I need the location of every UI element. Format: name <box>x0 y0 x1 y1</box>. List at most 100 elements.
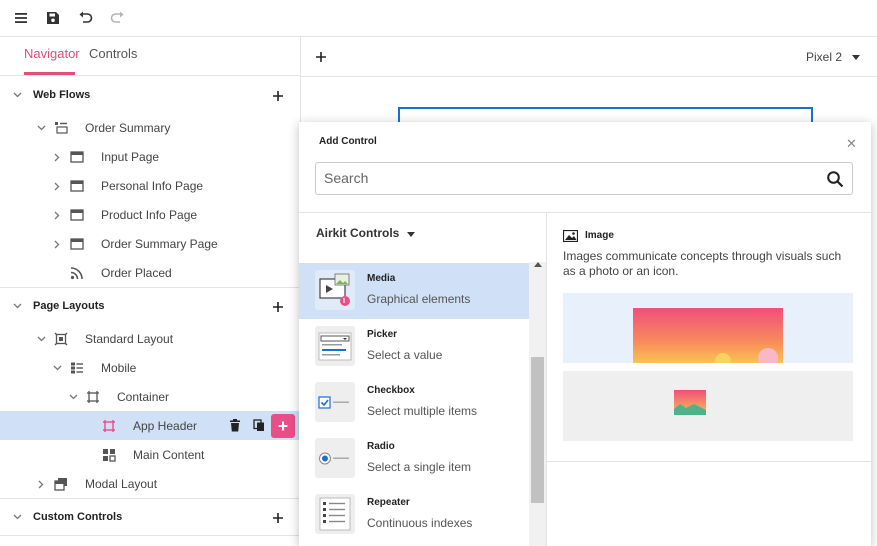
control-description: Select a value <box>367 348 443 362</box>
control-description: Select multiple items <box>367 404 478 418</box>
tree-item-app-header[interactable]: App Header <box>133 419 197 433</box>
tree-item-mobile[interactable]: Mobile <box>101 361 136 375</box>
control-item-media[interactable]: Media Graphical elements <box>299 263 529 319</box>
search-input[interactable] <box>324 170 804 186</box>
app-header-icon <box>102 419 116 433</box>
tab-navigator[interactable]: Navigator <box>24 46 80 61</box>
scrollbar-thumb[interactable] <box>531 357 544 503</box>
chevron-right-icon[interactable] <box>52 239 62 249</box>
section-divider <box>0 535 300 536</box>
control-name: Picker <box>367 329 398 340</box>
add-custom-control-icon[interactable] <box>272 512 284 524</box>
grid-layout-icon <box>70 361 84 375</box>
save-icon[interactable] <box>42 7 64 29</box>
chevron-down-icon[interactable] <box>52 363 62 373</box>
add-control-button[interactable] <box>271 414 295 438</box>
radio-icon <box>315 438 355 478</box>
section-divider <box>0 498 300 499</box>
container-icon <box>86 390 100 404</box>
rss-icon <box>70 266 84 280</box>
add-page-layout-icon[interactable] <box>272 301 284 313</box>
tree-item-page[interactable]: Personal Info Page <box>101 179 203 193</box>
add-web-flow-icon[interactable] <box>272 90 284 102</box>
flow-icon <box>54 121 68 135</box>
device-select[interactable]: Pixel 2 <box>806 50 842 64</box>
control-name: Radio <box>367 441 395 452</box>
preview-divider <box>547 461 871 462</box>
preview-title: Image <box>585 230 614 241</box>
chevron-down-icon[interactable] <box>36 123 46 133</box>
section-divider <box>0 287 300 288</box>
tree-item-order-summary[interactable]: Order Summary <box>85 121 170 135</box>
tree-item-standard-layout[interactable]: Standard Layout <box>85 332 173 346</box>
dialog-title: Add Control <box>319 136 377 147</box>
undo-icon[interactable] <box>74 7 96 29</box>
page-icon <box>70 237 84 251</box>
modal-layout-icon <box>54 477 68 491</box>
chevron-down-icon[interactable] <box>12 301 22 311</box>
chevron-down-icon[interactable] <box>36 334 46 344</box>
main-content-icon <box>102 448 116 462</box>
canvas-header <box>301 37 877 77</box>
control-description: Select a single item <box>367 460 472 474</box>
tree-item-page[interactable]: Input Page <box>101 150 159 164</box>
add-device-icon[interactable] <box>315 51 327 63</box>
control-name: Media <box>367 273 396 284</box>
top-toolbar <box>0 0 877 37</box>
control-item-picker[interactable]: Picker Select a value <box>299 319 529 375</box>
tree-item-modal-layout[interactable]: Modal Layout <box>85 477 157 491</box>
section-page-layouts[interactable]: Page Layouts <box>33 300 105 312</box>
tree-item-container[interactable]: Container <box>117 390 169 404</box>
image-icon <box>562 229 579 243</box>
chevron-down-icon[interactable] <box>12 90 22 100</box>
chevron-down-icon[interactable] <box>12 512 22 522</box>
search-icon[interactable] <box>826 170 844 188</box>
library-select[interactable]: Airkit Controls <box>316 226 399 240</box>
preview-image-small <box>563 371 853 441</box>
control-list-scrollbar[interactable] <box>529 262 546 546</box>
repeater-icon <box>315 494 355 534</box>
section-web-flows[interactable]: Web Flows <box>33 89 90 101</box>
tree-item-main-content[interactable]: Main Content <box>133 448 204 462</box>
chevron-right-icon[interactable] <box>52 181 62 191</box>
close-icon[interactable]: ✕ <box>846 136 857 152</box>
preview-description: Images communicate concepts through visu… <box>563 249 842 278</box>
tree-item-page[interactable]: Product Info Page <box>101 208 197 222</box>
copy-icon[interactable] <box>253 419 267 433</box>
tabs-divider <box>0 75 300 76</box>
page-icon <box>70 208 84 222</box>
checkbox-icon <box>315 382 355 422</box>
control-item-repeater[interactable]: Repeater Continuous indexes <box>299 487 529 543</box>
delete-icon[interactable] <box>229 419 243 433</box>
preview-image-large <box>563 293 853 363</box>
control-name: Checkbox <box>367 385 415 396</box>
add-control-dialog: Add Control ✕ Airkit Controls Media Grap… <box>299 122 871 546</box>
tree-item-page[interactable]: Order Placed <box>101 266 172 280</box>
layout-icon <box>54 332 68 346</box>
picker-icon <box>315 326 355 366</box>
library-select-caret-icon[interactable] <box>407 232 415 237</box>
control-name: Repeater <box>367 497 410 508</box>
plus-icon <box>278 421 288 431</box>
dialog-divider <box>299 212 871 213</box>
control-item-checkbox[interactable]: Checkbox Select multiple items <box>299 375 529 431</box>
page-icon <box>70 179 84 193</box>
media-icon <box>315 270 355 310</box>
dialog-column-divider <box>546 213 547 546</box>
redo-icon[interactable] <box>106 7 128 29</box>
chevron-right-icon[interactable] <box>36 479 46 489</box>
control-description: Continuous indexes <box>367 516 473 530</box>
control-description: Graphical elements <box>367 292 471 306</box>
chevron-right-icon[interactable] <box>52 152 62 162</box>
tree-item-page[interactable]: Order Summary Page <box>101 237 218 251</box>
section-custom-controls[interactable]: Custom Controls <box>33 511 122 523</box>
chevron-down-icon[interactable] <box>68 392 78 402</box>
scroll-up-arrow-icon[interactable] <box>534 262 542 267</box>
page-icon <box>70 150 84 164</box>
search-box <box>315 162 853 195</box>
menu-icon[interactable] <box>10 7 32 29</box>
device-select-caret-icon[interactable] <box>852 55 860 60</box>
control-item-radio[interactable]: Radio Select a single item <box>299 431 529 487</box>
chevron-right-icon[interactable] <box>52 210 62 220</box>
tab-controls[interactable]: Controls <box>89 46 137 61</box>
